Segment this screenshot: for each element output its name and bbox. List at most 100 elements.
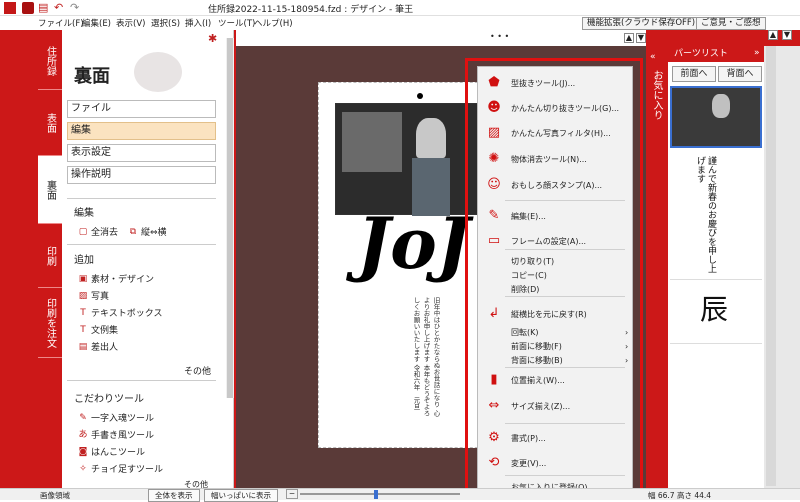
send-back-button[interactable]: 背面へ: [718, 66, 762, 82]
context-menu-item[interactable]: ↲ 縦横比を元に戻す(R): [485, 306, 587, 322]
photo-element[interactable]: [335, 103, 485, 216]
photo-filter-icon: ▨: [487, 125, 501, 140]
down-arrow-icon[interactable]: ▼: [782, 30, 792, 40]
save-icon[interactable]: [22, 2, 34, 14]
context-menu-label: 物体消去ツール(N)...: [511, 154, 587, 164]
context-menu-item[interactable]: ⚙ 書式(P)...: [485, 430, 546, 446]
left-scrollbar[interactable]: [226, 38, 234, 398]
handwriting-tool-button[interactable]: あ手書き風ツール: [78, 428, 154, 442]
menu-insert[interactable]: 挿入(I): [185, 17, 211, 29]
gear-icon: ⚙: [488, 430, 500, 445]
tab-front[interactable]: 表面: [38, 90, 62, 156]
menu-help[interactable]: ヘルプ(H): [254, 17, 293, 29]
tab-print[interactable]: 印刷: [38, 224, 62, 288]
more-tools-link[interactable]: その他: [184, 479, 208, 488]
context-menu-item[interactable]: ✺ 物体消去ツール(N)...: [485, 151, 587, 167]
context-menu-item[interactable]: ▮ 位置揃え(W)...: [485, 372, 564, 388]
canvas-toolbar: • • • ▲ ▼: [236, 30, 646, 46]
context-menu-label: かんたん写真フィルタ(H)...: [511, 128, 611, 138]
context-menu-label: 縦横比を元に戻す(R): [511, 309, 587, 319]
parts-thumb-dragon[interactable]: 辰: [670, 284, 762, 344]
menu-separator: [505, 475, 625, 476]
thumb-dragon-char: 辰: [700, 293, 729, 326]
right-scrollbar[interactable]: [764, 46, 800, 492]
add-material-button[interactable]: ▣ 素材・デザイン: [78, 272, 154, 286]
up-arrow-icon[interactable]: ▲: [768, 30, 778, 40]
redo-icon[interactable]: ↷: [70, 2, 82, 14]
one-char-tool-button[interactable]: ✎ 一字入魂ツール: [78, 411, 154, 425]
stamp-tool-button[interactable]: ◙ はんこツール: [78, 445, 145, 459]
menu-select[interactable]: 選択(S): [151, 17, 180, 29]
context-menu-item[interactable]: ⇔ サイズ揃え(Z)...: [485, 398, 571, 414]
context-menu-label: 書式(P)...: [511, 433, 546, 443]
nav-edit[interactable]: 編集: [67, 122, 216, 140]
submenu-arrow-icon: ›: [625, 341, 629, 351]
tab-print-order[interactable]: 印刷を注文: [38, 288, 62, 358]
aspect-icon: ↲: [488, 306, 500, 321]
menu-file[interactable]: ファイル(F): [38, 17, 84, 29]
feature-extension-button[interactable]: 機能拡張(クラウド保存OFF): [582, 17, 701, 30]
fit-width-button[interactable]: 幅いっぱいに表示: [204, 489, 278, 502]
context-menu-item[interactable]: 削除(D): [485, 281, 539, 297]
tools-heading: こだわりツール: [74, 394, 144, 405]
collapse-left-icon[interactable]: «: [650, 52, 656, 62]
blank-icon: [485, 281, 503, 297]
context-menu-label: フレームの設定(A)...: [511, 236, 587, 246]
parts-thumb-photo[interactable]: [670, 86, 762, 148]
nav-display-settings[interactable]: 表示設定: [67, 144, 216, 162]
favorites-tab[interactable]: お気に入り: [649, 70, 664, 120]
rotate-orientation-button[interactable]: ⧉ 縦⇔横: [128, 225, 167, 239]
pentagon-icon: ⬟: [488, 75, 500, 90]
context-menu-item[interactable]: 背面に移動(B) ›: [485, 352, 628, 368]
menu-edit[interactable]: 編集(E): [82, 17, 111, 29]
collapse-right-icon[interactable]: »: [754, 48, 760, 58]
face-stamp-icon: ☺: [487, 177, 501, 192]
context-menu-item[interactable]: ✎ 編集(E)...: [485, 208, 546, 224]
tab-back[interactable]: 裏面: [38, 156, 62, 224]
add-photo-button[interactable]: ▨ 写真: [78, 289, 109, 303]
zoom-out-button[interactable]: −: [286, 489, 298, 499]
scroll-track[interactable]: [766, 46, 776, 486]
postcard-page[interactable]: JoJ 旧年中はひとかたならぬお世話になり 心よりお礼申し上げます 本年もどうぞ…: [318, 82, 488, 448]
more-add-link[interactable]: その他: [184, 364, 211, 377]
edit-heading: 編集: [74, 208, 94, 219]
context-menu-item[interactable]: ▨ かんたん写真フィルタ(H)...: [485, 125, 611, 141]
context-menu-item[interactable]: ☺ おもしろ顔スタンプ(A)...: [485, 177, 602, 193]
add-sample-text-button[interactable]: T 文例集: [78, 323, 118, 337]
bring-front-button[interactable]: 前面へ: [672, 66, 716, 82]
settings-gear-icon[interactable]: ✱: [208, 32, 217, 45]
edit-icon: ✎: [488, 208, 500, 223]
add-sender-button[interactable]: ▤ 差出人: [78, 340, 118, 354]
expand-down-icon[interactable]: ▼: [636, 33, 646, 43]
context-menu-label: 型抜きツール(J)...: [511, 78, 576, 88]
parts-thumb-greeting[interactable]: 謹んで新春のお慶びを申し上げます: [670, 152, 762, 280]
nav-instructions[interactable]: 操作説明: [67, 166, 216, 184]
tab-address-book[interactable]: 住所録: [38, 32, 62, 90]
context-menu-item[interactable]: ▭ フレームの設定(A)...: [485, 233, 586, 249]
zoom-slider[interactable]: [300, 493, 460, 495]
feedback-button[interactable]: ご意見・ご感想: [696, 17, 766, 30]
clear-all-button[interactable]: ▢ 全消去: [78, 225, 118, 239]
zoom-slider-thumb[interactable]: [374, 490, 378, 499]
thumb-greeting-text: 謹んで新春のお慶びを申し上げます: [695, 156, 716, 273]
add-ornament-tool-button[interactable]: ✧ チョイ足すツール: [78, 462, 163, 476]
undo-icon[interactable]: ↶: [54, 2, 66, 14]
context-menu-label: 回転(K): [511, 327, 539, 337]
context-menu-item[interactable]: ⟲ 変更(V)...: [485, 455, 547, 471]
rotate-handle[interactable]: [417, 93, 423, 99]
erase-icon: ✺: [488, 151, 500, 166]
collapse-up-icon[interactable]: ▲: [624, 33, 634, 43]
context-menu-item[interactable]: ☻ かんたん切り抜きツール(G)...: [485, 100, 619, 116]
fit-all-button[interactable]: 全体を表示: [148, 489, 200, 502]
context-menu-item[interactable]: ⬟ 型抜きツール(J)...: [485, 75, 575, 91]
nav-file[interactable]: ファイル: [67, 100, 216, 118]
new-doc-icon[interactable]: ▤: [38, 2, 50, 14]
person-cut-icon: ☻: [487, 100, 501, 115]
scroll-thumb[interactable]: [227, 38, 233, 398]
menu-tools[interactable]: ツール(T): [218, 17, 255, 29]
drag-handle-dots[interactable]: • • •: [490, 32, 509, 41]
add-textbox-button[interactable]: T テキストボックス: [78, 306, 162, 320]
menu-view[interactable]: 表示(V): [116, 17, 145, 29]
menu-separator: [505, 200, 625, 201]
sample-text-icon: T: [80, 324, 86, 335]
